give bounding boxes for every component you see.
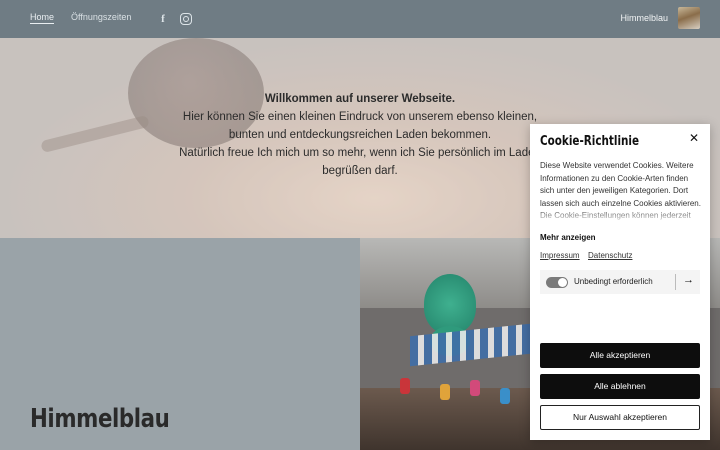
hero-headline: Willkommen auf unserer Webseite.: [264, 93, 456, 105]
photo-toy: [500, 388, 510, 404]
toggle-knob: [558, 278, 567, 287]
section-title: Himmelblau: [30, 404, 170, 434]
cookie-title: Cookie-Richtlinie: [540, 134, 640, 149]
arrow-right-icon[interactable]: →: [683, 274, 694, 286]
photo-toy: [470, 380, 480, 396]
reject-all-button[interactable]: Alle ablehnen: [540, 374, 700, 399]
accept-selection-button[interactable]: Nur Auswahl akzeptieren: [540, 405, 700, 430]
photo-awning: [410, 323, 530, 367]
top-navigation: Home Öffnungszeiten f Himmelblau: [0, 0, 720, 38]
accept-all-button[interactable]: Alle akzeptieren: [540, 343, 700, 368]
cookie-dialog: Cookie-Richtlinie ✕ Diese Website verwen…: [530, 124, 710, 440]
instagram-lens: [183, 16, 189, 22]
impressum-link[interactable]: Impressum: [540, 251, 580, 260]
photo-lantern: [424, 274, 476, 334]
facebook-icon[interactable]: f: [156, 12, 170, 26]
cookie-category-label: Unbedingt erforderlich: [574, 277, 653, 286]
nav-hours-link[interactable]: Öffnungszeiten: [71, 12, 131, 22]
divider: [675, 274, 676, 290]
necessary-toggle[interactable]: [546, 277, 568, 288]
photo-toy: [400, 378, 410, 394]
brand-name[interactable]: Himmelblau: [620, 13, 668, 23]
instagram-icon[interactable]: [180, 12, 194, 26]
photo-toy: [440, 384, 450, 400]
privacy-link[interactable]: Datenschutz: [588, 251, 632, 260]
brand-logo-image[interactable]: [678, 7, 700, 29]
show-more-link[interactable]: Mehr anzeigen: [540, 233, 596, 242]
cookie-description-fade: [540, 208, 702, 224]
close-icon[interactable]: ✕: [687, 131, 701, 145]
cookie-category-necessary[interactable]: Unbedingt erforderlich →: [540, 270, 700, 294]
nav-home-link[interactable]: Home: [30, 12, 55, 24]
